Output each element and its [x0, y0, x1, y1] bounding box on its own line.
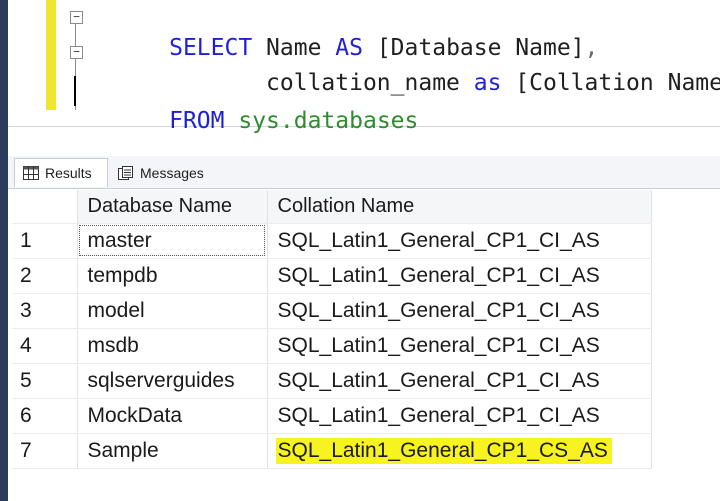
query-editor[interactable]: − − SELECT Name AS [Database Name], coll…	[8, 0, 720, 134]
code-token: sys.databases	[238, 108, 419, 134]
row-number[interactable]: 4	[12, 328, 78, 364]
column-header[interactable]: Collation Name	[267, 190, 652, 224]
collation-name-cell[interactable]: SQL_Latin1_General_CP1_CI_AS	[267, 328, 652, 364]
row-number[interactable]: 5	[12, 363, 78, 399]
row-number[interactable]: 2	[12, 258, 78, 294]
tab-results[interactable]: Results	[14, 158, 108, 187]
row-number-header[interactable]	[12, 190, 78, 224]
text-cursor	[74, 76, 76, 106]
row-number[interactable]: 6	[12, 398, 78, 434]
grid-header-row: Database Name Collation Name	[12, 190, 652, 224]
results-tab-strip: Results Messages	[8, 156, 720, 189]
code-line-3[interactable]: FROM sys.databases	[86, 76, 418, 166]
column-header[interactable]: Database Name	[77, 190, 268, 224]
database-name-cell[interactable]: tempdb	[77, 258, 268, 294]
table-row[interactable]: 5 sqlserverguides SQL_Latin1_General_CP1…	[12, 363, 652, 399]
table-row[interactable]: 4 msdb SQL_Latin1_General_CP1_CI_AS	[12, 328, 652, 364]
messages-icon	[118, 165, 134, 180]
database-name-cell[interactable]: model	[77, 293, 268, 329]
collapse-icon[interactable]: −	[70, 11, 83, 24]
collation-name-cell[interactable]: SQL_Latin1_General_CP1_CI_AS	[267, 293, 652, 329]
database-name-cell[interactable]: master	[77, 223, 268, 259]
database-name-cell[interactable]: MockData	[77, 398, 268, 434]
database-name-cell[interactable]: sqlserverguides	[77, 363, 268, 399]
code-token: FROM	[169, 108, 239, 134]
database-name-cell[interactable]: Sample	[77, 433, 268, 469]
row-number[interactable]: 1	[12, 223, 78, 259]
row-number[interactable]: 7	[12, 433, 78, 469]
row-number[interactable]: 3	[12, 293, 78, 329]
tab-results-label: Results	[45, 165, 92, 181]
collapse-icon[interactable]: −	[70, 46, 83, 59]
collation-name-cell[interactable]: SQL_Latin1_General_CP1_CS_AS	[267, 433, 652, 469]
change-tracking-bar	[46, 0, 56, 110]
collation-name-cell[interactable]: SQL_Latin1_General_CP1_CI_AS	[267, 223, 652, 259]
tab-messages[interactable]: Messages	[110, 158, 222, 187]
ssms-query-window: − − SELECT Name AS [Database Name], coll…	[8, 0, 720, 501]
table-row[interactable]: 7 Sample SQL_Latin1_General_CP1_CS_AS	[12, 433, 652, 469]
table-row[interactable]: 6 MockData SQL_Latin1_General_CP1_CI_AS	[12, 398, 652, 434]
table-row[interactable]: 1 master SQL_Latin1_General_CP1_CI_AS	[12, 223, 652, 259]
table-row[interactable]: 2 tempdb SQL_Latin1_General_CP1_CI_AS	[12, 258, 652, 294]
tab-messages-label: Messages	[140, 164, 204, 181]
collation-name-cell[interactable]: SQL_Latin1_General_CP1_CI_AS	[267, 363, 652, 399]
table-row[interactable]: 3 model SQL_Latin1_General_CP1_CI_AS	[12, 293, 652, 329]
highlighted-collation: SQL_Latin1_General_CP1_CS_AS	[275, 437, 612, 464]
results-grid[interactable]: Database Name Collation Name 1 master SQ…	[12, 190, 652, 469]
collation-name-cell[interactable]: SQL_Latin1_General_CP1_CI_AS	[267, 398, 652, 434]
grid-icon	[23, 166, 39, 180]
collation-name-cell[interactable]: SQL_Latin1_General_CP1_CI_AS	[267, 258, 652, 294]
database-name-cell[interactable]: msdb	[77, 328, 268, 364]
code-token: as	[473, 70, 516, 96]
code-token: [Collation Name]	[515, 70, 720, 96]
